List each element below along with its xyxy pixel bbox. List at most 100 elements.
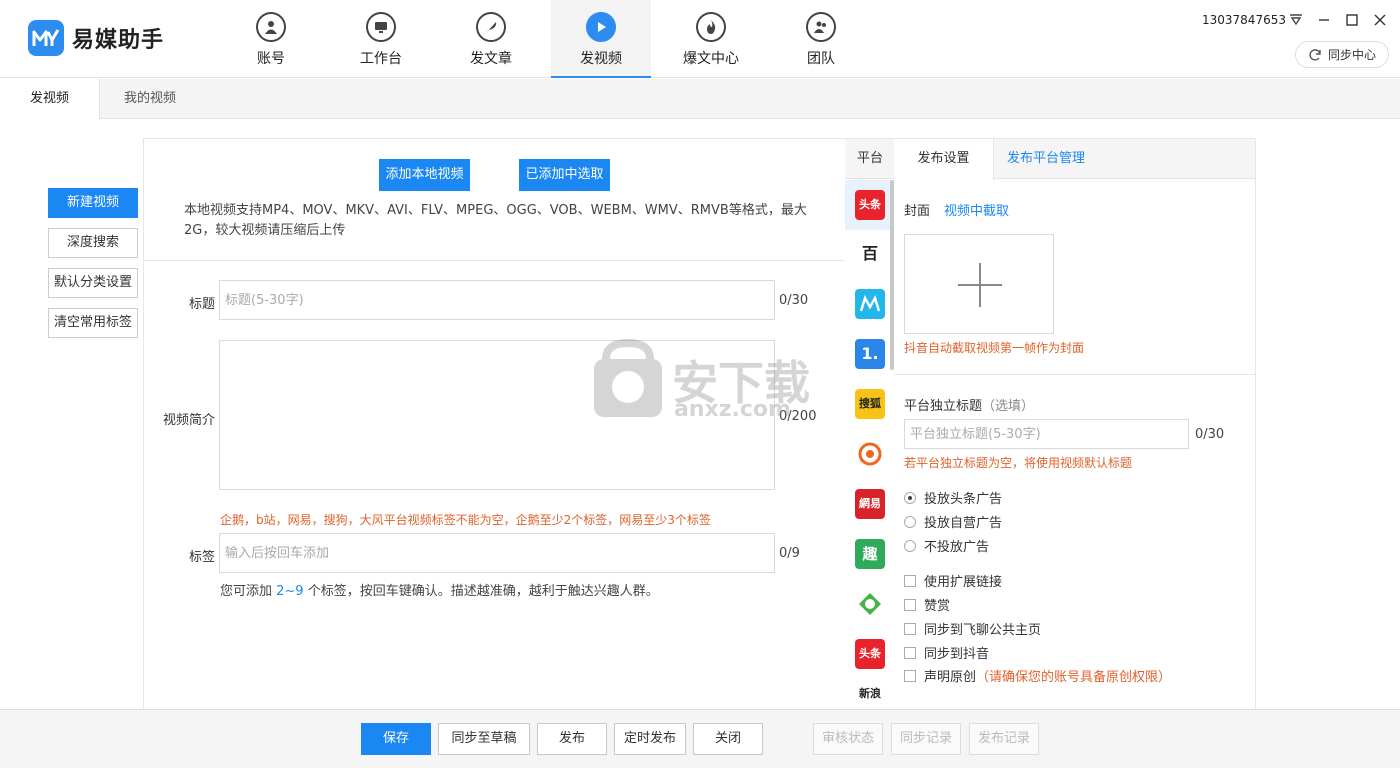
- account-dropdown-icon[interactable]: [1286, 10, 1306, 30]
- tab-my-videos[interactable]: 我的视频: [100, 79, 200, 119]
- format-support-text: 本地视频支持MP4、MOV、MKV、AVI、FLV、MPEG、OGG、VOB、W…: [184, 203, 807, 238]
- bottom-toolbar: 保存 同步至草稿 发布 定时发布 关闭 审核状态 同步记录 发布记录: [0, 709, 1400, 768]
- nav-article[interactable]: 发文章: [441, 0, 541, 78]
- option-sync-douyin[interactable]: 同步到抖音: [904, 643, 989, 662]
- option-label: 赞赏: [924, 599, 951, 614]
- platform-netease-icon[interactable]: 網易: [855, 489, 885, 519]
- tag-warning-text: 企鹅，b站，网易，搜狗，大风平台视频标签不能为空，企鹅至少2个标签，网易至少3个…: [220, 513, 711, 527]
- nav-account[interactable]: 账号: [221, 0, 321, 78]
- option-label: 同步到抖音: [924, 647, 990, 662]
- tag-input[interactable]: [219, 533, 775, 573]
- refresh-icon: [1309, 48, 1321, 61]
- cover-label: 封面: [904, 204, 931, 219]
- tab-publish-settings[interactable]: 发布设置: [894, 139, 994, 180]
- nav-label: 发视频: [580, 51, 622, 67]
- cover-upload-box[interactable]: [904, 234, 1054, 334]
- feather-icon: [476, 12, 506, 42]
- ad-option-toutiao[interactable]: 投放头条广告: [904, 488, 1002, 507]
- sync-center-button[interactable]: 同步中心: [1295, 41, 1389, 68]
- ad-option-self[interactable]: 投放自营广告: [904, 512, 1002, 531]
- watermark: 安下载 anxz.com: [592, 338, 810, 425]
- cover-note: 抖音自动截取视频第一帧作为封面: [904, 341, 1085, 355]
- team-icon: [806, 12, 836, 42]
- platform-qutoutiao-icon[interactable]: 趣: [855, 539, 885, 569]
- tag-label: 标签: [188, 550, 215, 565]
- radio-button[interactable]: [904, 539, 916, 552]
- deep-search-button[interactable]: 深度搜索: [48, 228, 138, 258]
- platform-aiqiyi-icon[interactable]: [855, 589, 885, 619]
- tab-platform-management[interactable]: 发布平台管理: [994, 139, 1098, 180]
- divider: [894, 374, 1255, 375]
- radio-button[interactable]: [904, 515, 916, 528]
- title-input[interactable]: [219, 280, 775, 320]
- review-status-button[interactable]: 审核状态: [813, 723, 883, 755]
- capture-from-video-link[interactable]: 视频中截取: [944, 200, 1009, 219]
- minimize-icon[interactable]: [1314, 10, 1334, 30]
- add-local-video-button[interactable]: 添加本地视频: [379, 159, 470, 191]
- close-button[interactable]: 关闭: [693, 723, 763, 755]
- account-number: 13037847653: [1202, 13, 1286, 27]
- new-video-button[interactable]: 新建视频: [48, 188, 138, 218]
- publish-button[interactable]: 发布: [537, 723, 607, 755]
- maximize-icon[interactable]: [1342, 10, 1362, 30]
- option-label: 投放头条广告: [924, 492, 1003, 507]
- platform-baijiahao-icon[interactable]: 百: [855, 239, 885, 269]
- tag-hint-range: 2~9: [276, 584, 304, 599]
- option-label: 使用扩展链接: [924, 575, 1003, 590]
- watermark-shield-icon: [594, 338, 662, 417]
- nav-label: 工作台: [360, 51, 402, 67]
- option-declare-original[interactable]: 声明原创 （请确保您的账号具备原创权限）: [904, 666, 1171, 685]
- monitor-icon: [366, 12, 396, 42]
- nav-label: 团队: [807, 51, 835, 67]
- default-category-button[interactable]: 默认分类设置: [48, 268, 138, 298]
- nav-label: 账号: [257, 51, 285, 67]
- title-label: 标题: [188, 297, 215, 312]
- checkbox[interactable]: [904, 646, 916, 659]
- option-tipping[interactable]: 赞赏: [904, 595, 950, 614]
- save-button[interactable]: 保存: [361, 723, 431, 755]
- tag-hint-text: 您可添加 2~9 个标签，按回车键确认。描述越准确，越利于触达兴趣人群。: [220, 580, 659, 599]
- radio-button[interactable]: [904, 491, 916, 504]
- platform-title-label: 平台独立标题（选填）: [904, 395, 1034, 414]
- publish-log-button[interactable]: 发布记录: [969, 723, 1039, 755]
- app-logo: 易媒助手: [28, 20, 164, 56]
- checkbox[interactable]: [904, 669, 916, 682]
- tag-counter: 0/9: [779, 546, 800, 561]
- platform-xinlang-icon[interactable]: 新浪: [855, 688, 885, 710]
- tag-hint-suffix: 个标签，按回车键确认。描述越准确，越利于触达兴趣人群。: [303, 584, 659, 599]
- checkbox[interactable]: [904, 622, 916, 635]
- user-icon: [256, 12, 286, 42]
- nav-video[interactable]: 发视频: [551, 0, 651, 78]
- platform-dafeng-icon[interactable]: [855, 289, 885, 319]
- settings-tab-bar: 发布设置 发布平台管理: [894, 139, 1255, 180]
- checkbox[interactable]: [904, 598, 916, 611]
- logo-mark-icon: [28, 20, 64, 56]
- tab-publish-video[interactable]: 发视频: [0, 79, 100, 120]
- app-name: 易媒助手: [72, 28, 165, 53]
- platform-yidian-icon[interactable]: 1.: [855, 339, 885, 369]
- checkbox[interactable]: [904, 574, 916, 587]
- option-label: 声明原创: [924, 670, 977, 685]
- sync-center-label: 同步中心: [1327, 48, 1376, 62]
- sync-log-button[interactable]: 同步记录: [891, 723, 961, 755]
- option-extension-link[interactable]: 使用扩展链接: [904, 571, 1002, 590]
- clear-tags-button[interactable]: 清空常用标签: [48, 308, 138, 338]
- platform-toutiao2-icon[interactable]: 头条: [855, 639, 885, 669]
- app-header: 易媒助手 账号 工作台 发文章 发视频 爆文中心 团队 13037847653 …: [0, 0, 1400, 78]
- pick-from-added-button[interactable]: 已添加中选取: [519, 159, 610, 191]
- plus-icon-bar: [958, 284, 1002, 286]
- platform-title-input[interactable]: [904, 419, 1189, 449]
- option-sync-feiliao[interactable]: 同步到飞聊公共主页: [904, 619, 1041, 638]
- platform-penguin-icon[interactable]: [855, 439, 885, 469]
- original-note: （请确保您的账号具备原创权限）: [976, 670, 1172, 685]
- title-counter: 0/30: [779, 293, 809, 308]
- platform-sohu-icon[interactable]: 搜狐: [855, 389, 885, 419]
- platform-toutiao-icon[interactable]: 头条: [855, 190, 885, 220]
- sync-draft-button[interactable]: 同步至草稿: [438, 723, 530, 755]
- scheduled-publish-button[interactable]: 定时发布: [614, 723, 686, 755]
- nav-workbench[interactable]: 工作台: [331, 0, 431, 78]
- nav-viral-center[interactable]: 爆文中心: [661, 0, 761, 78]
- close-icon[interactable]: [1370, 10, 1390, 30]
- ad-option-none[interactable]: 不投放广告: [904, 536, 989, 555]
- nav-team[interactable]: 团队: [771, 0, 871, 78]
